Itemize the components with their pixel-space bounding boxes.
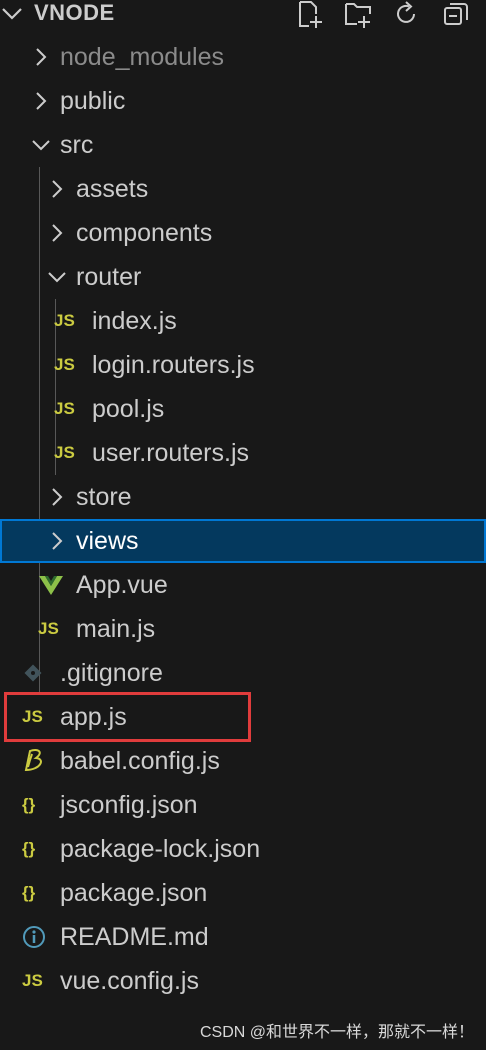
explorer-header: VNODE (0, 0, 486, 28)
javascript-file-icon: JS (54, 355, 75, 374)
new-file-icon[interactable] (296, 0, 324, 28)
folder-item[interactable]: views (0, 519, 486, 563)
chevron-down-icon[interactable] (30, 134, 52, 156)
babel-file-icon (24, 748, 42, 772)
item-label: App.vue (76, 571, 168, 599)
folder-item[interactable]: components (0, 211, 486, 255)
chevron-down-icon[interactable] (46, 266, 68, 288)
item-label: views (76, 527, 139, 555)
file-item[interactable]: JS index.js (0, 299, 486, 343)
file-item[interactable]: README.md (0, 915, 486, 959)
folder-item[interactable]: router (0, 255, 486, 299)
javascript-file-icon: JS (54, 311, 75, 330)
folder-item[interactable]: assets (0, 167, 486, 211)
item-label: src (60, 131, 94, 159)
collapse-all-icon[interactable] (442, 0, 470, 28)
explorer-title[interactable]: VNODE (34, 0, 115, 26)
file-item[interactable]: .gitignore (0, 651, 486, 695)
file-item[interactable]: babel.config.js (0, 739, 486, 783)
chevron-right-icon[interactable] (46, 530, 68, 552)
json-file-icon: {} (22, 839, 36, 858)
file-item[interactable]: {} package-lock.json (0, 827, 486, 871)
item-label: .gitignore (60, 659, 163, 687)
javascript-file-icon: JS (22, 971, 43, 990)
vue-file-icon (39, 576, 63, 595)
file-item[interactable]: App.vue (0, 563, 486, 607)
item-label: index.js (92, 307, 177, 335)
file-item[interactable]: JS user.routers.js (0, 431, 486, 475)
item-label: jsconfig.json (60, 791, 198, 819)
item-label: package.json (60, 879, 208, 907)
file-item[interactable]: JS login.routers.js (0, 343, 486, 387)
item-label: router (76, 263, 142, 291)
chevron-right-icon[interactable] (46, 178, 68, 200)
file-item[interactable]: JS vue.config.js (0, 959, 486, 1003)
json-file-icon: {} (22, 795, 36, 814)
item-label: assets (76, 175, 149, 203)
item-label: main.js (76, 615, 156, 643)
annotation-highlight-box (4, 692, 251, 742)
chevron-down-icon[interactable] (0, 2, 24, 26)
file-item[interactable]: JS pool.js (0, 387, 486, 431)
chevron-right-icon[interactable] (46, 222, 68, 244)
javascript-file-icon: JS (54, 443, 75, 462)
item-label: components (76, 219, 213, 247)
item-label: pool.js (92, 395, 165, 423)
file-item[interactable]: JS main.js (0, 607, 486, 651)
chevron-right-icon[interactable] (30, 90, 52, 112)
item-label: user.routers.js (92, 439, 250, 467)
folder-item[interactable]: public (0, 79, 486, 123)
item-label: node_modules (60, 43, 225, 71)
item-label: login.routers.js (92, 351, 255, 379)
json-file-icon: {} (22, 883, 36, 902)
git-file-icon (24, 664, 42, 682)
item-label: vue.config.js (60, 967, 199, 995)
file-item[interactable]: {} package.json (0, 871, 486, 915)
item-label: README.md (60, 923, 209, 951)
file-item[interactable]: {} jsconfig.json (0, 783, 486, 827)
item-label: store (76, 483, 132, 511)
info-file-icon (23, 926, 45, 948)
chevron-right-icon[interactable] (30, 46, 52, 68)
new-folder-icon[interactable] (344, 0, 372, 28)
item-label: public (60, 87, 126, 115)
watermark: CSDN @和世界不一样，那就不一样！ (199, 1024, 474, 1041)
item-label: package-lock.json (60, 835, 261, 863)
folder-item[interactable]: node_modules (0, 35, 486, 79)
javascript-file-icon: JS (54, 399, 75, 418)
folder-item[interactable]: src (0, 123, 486, 167)
item-label: babel.config.js (60, 747, 220, 775)
refresh-icon[interactable] (392, 0, 420, 28)
javascript-file-icon: JS (38, 619, 59, 638)
folder-item[interactable]: store (0, 475, 486, 519)
chevron-right-icon[interactable] (46, 486, 68, 508)
